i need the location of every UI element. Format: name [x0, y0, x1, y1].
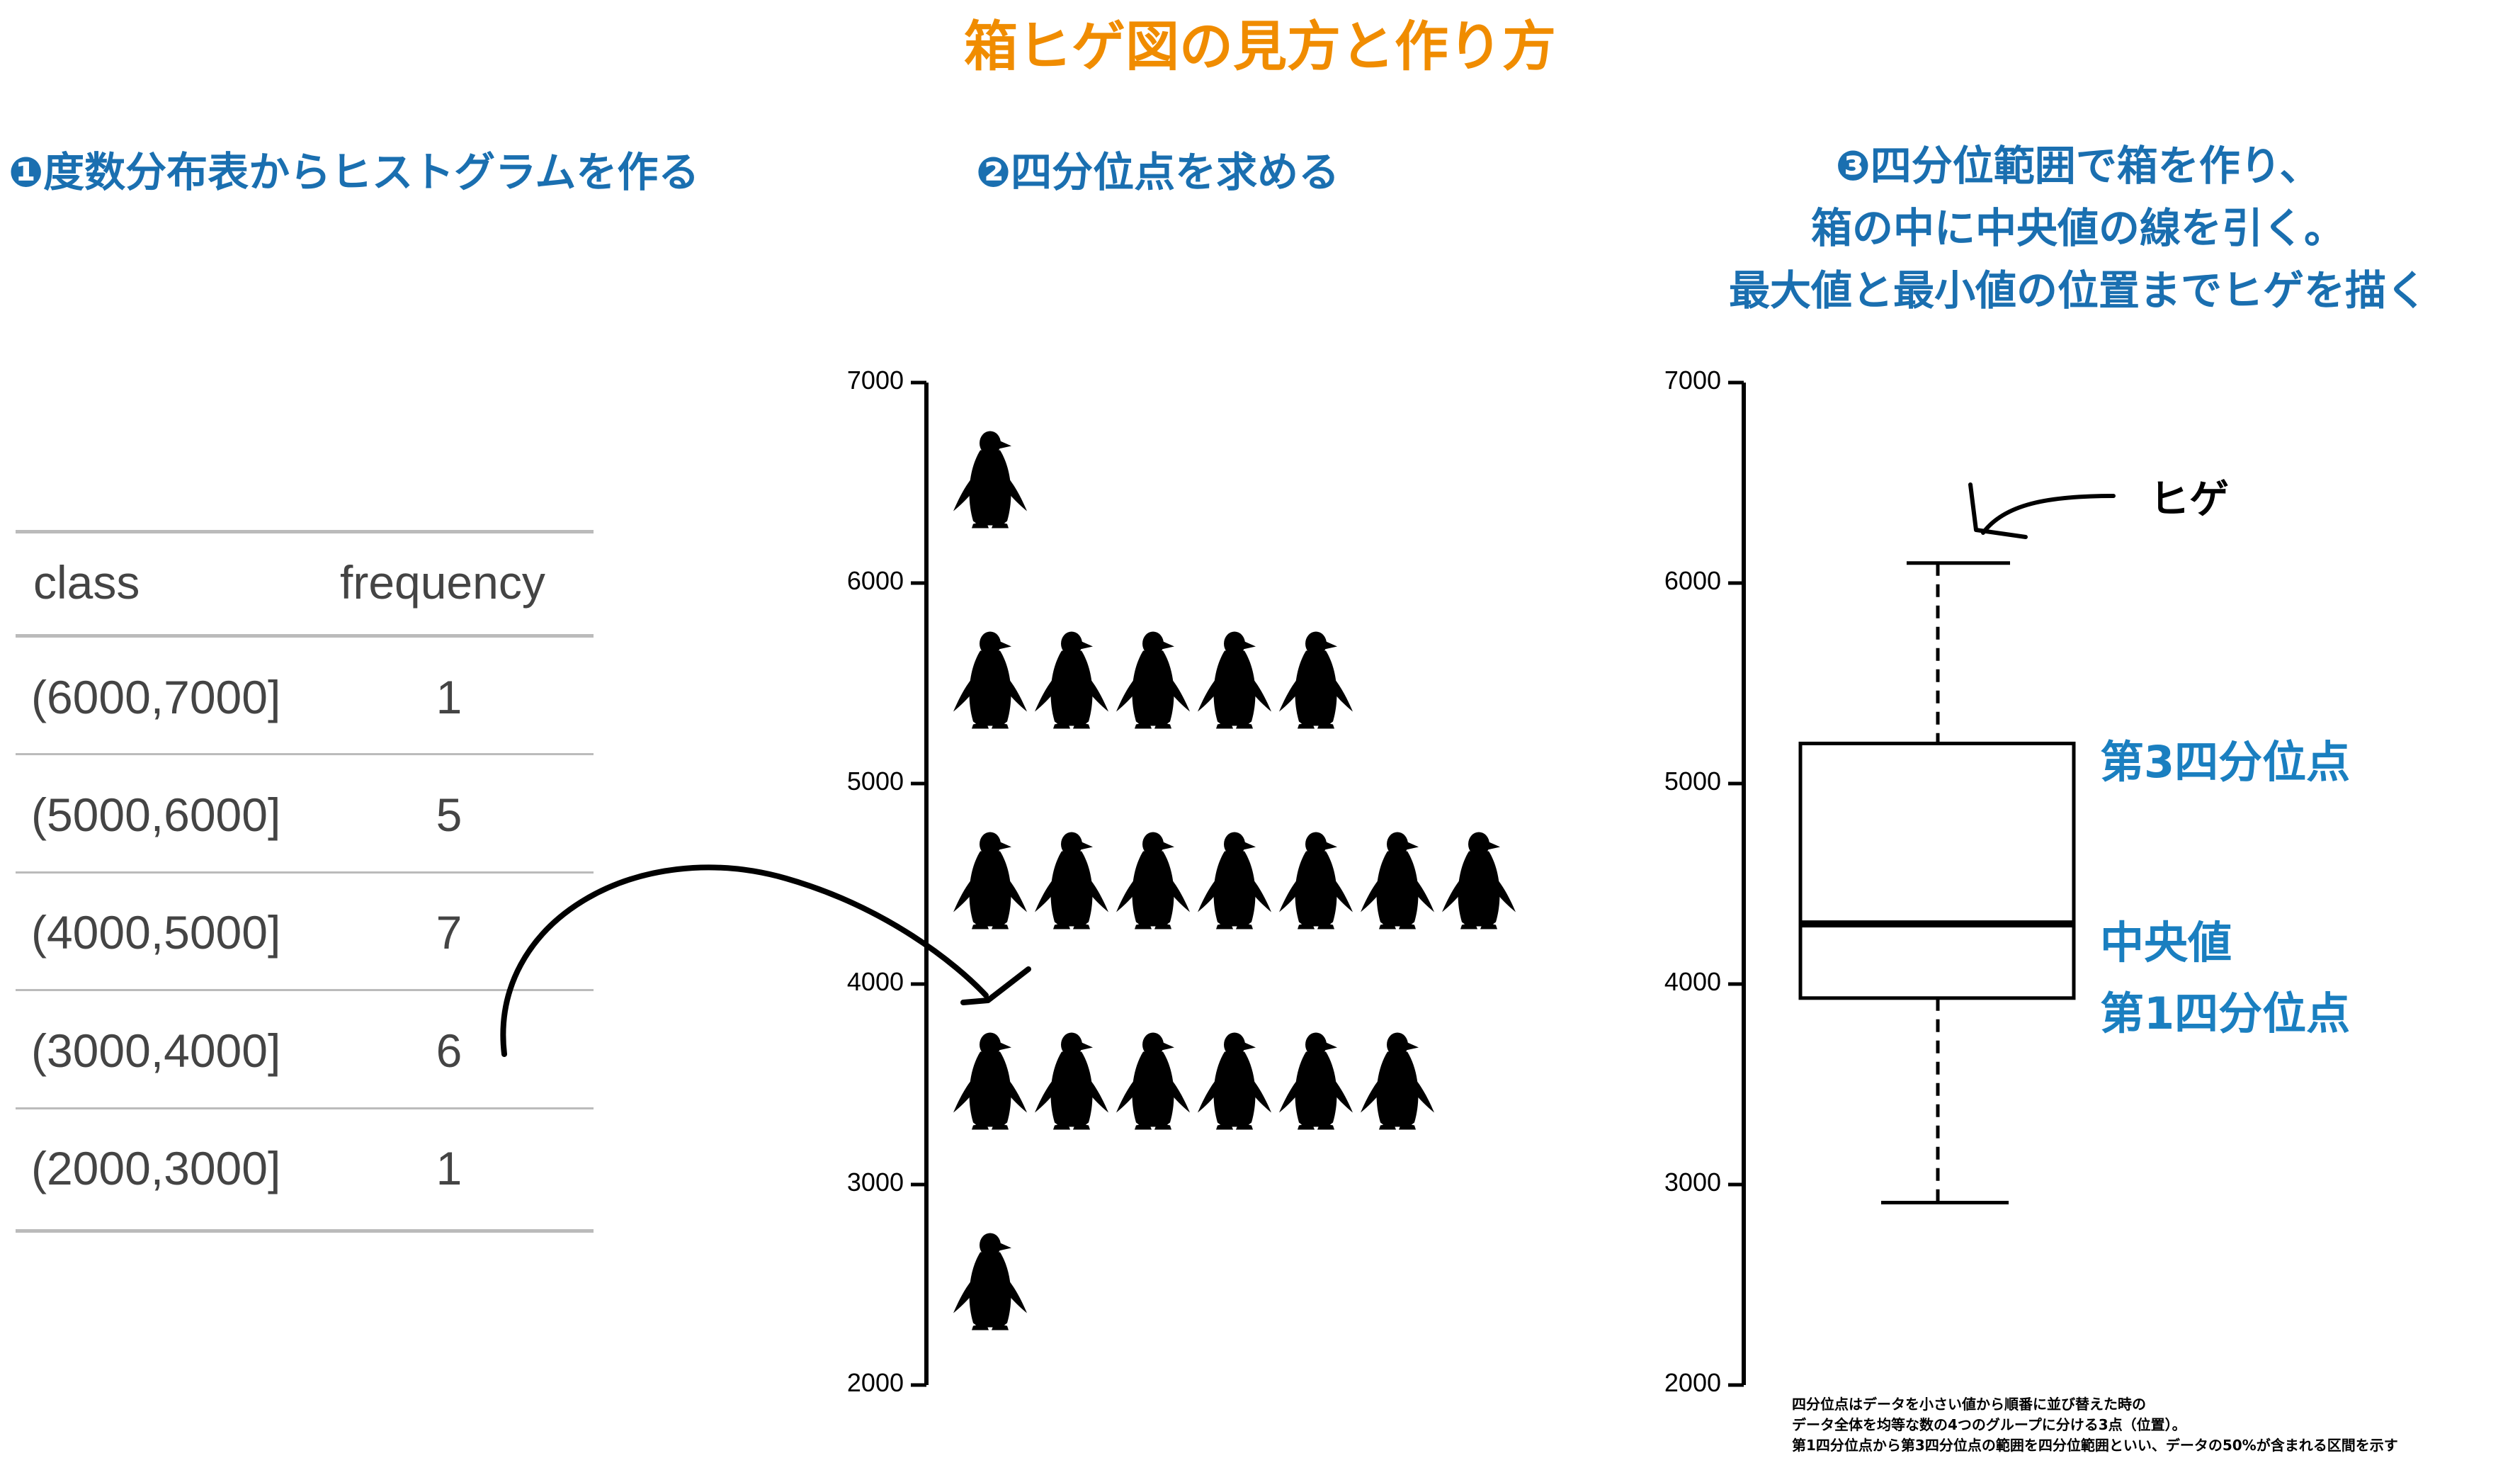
curved-arrow	[500, 864, 1031, 1057]
penguin-icon	[1279, 631, 1353, 729]
penguin-icon	[1361, 832, 1434, 929]
penguin-icon	[1442, 832, 1516, 929]
penguin-icon	[1035, 631, 1108, 729]
penguin-pictograph	[953, 431, 1516, 1330]
whisker-label: ヒゲ	[2150, 477, 2229, 523]
penguin-icon	[1116, 1032, 1190, 1130]
footnote-line: 四分位点はデータを小さい値から順番に並び替えた時の	[1792, 1396, 2146, 1413]
iqr-box	[1798, 741, 2076, 1000]
penguin-icon	[953, 431, 1027, 529]
penguin-icon	[1279, 1032, 1353, 1130]
q1-label: 第1四分位点	[2100, 988, 2351, 1039]
penguin-icon	[953, 1032, 1027, 1130]
whisker-pointer-arrow	[1968, 482, 2116, 539]
footnote: 四分位点はデータを小さい値から順番に並び替えた時の データ全体を均等な数の4つの…	[1792, 1394, 2398, 1456]
penguin-icon	[1198, 1032, 1271, 1130]
penguin-icon	[953, 1233, 1027, 1330]
pictograph-axis	[911, 380, 929, 1387]
penguin-icon	[1116, 631, 1190, 729]
boxplot-axis	[1728, 380, 1746, 1387]
penguin-icon	[1279, 832, 1353, 929]
boxplot	[1798, 561, 2076, 1204]
penguin-icon	[953, 631, 1027, 729]
footnote-line: データ全体を均等な数の4つのグループに分ける3点（位置）。	[1792, 1416, 2186, 1433]
penguin-icon	[1116, 832, 1190, 929]
median-label: 中央値	[2100, 917, 2232, 968]
penguin-icon	[1198, 832, 1271, 929]
penguin-icon	[1198, 631, 1271, 729]
penguin-icon	[953, 832, 1027, 929]
penguin-icon	[1035, 832, 1108, 929]
penguin-icon	[1035, 1032, 1108, 1130]
q3-label: 第3四分位点	[2100, 736, 2351, 788]
penguin-icon	[1361, 1032, 1434, 1130]
footnote-line: 第1四分位点から第3四分位点の範囲を四分位範囲といい、データの50%が含まれる区…	[1792, 1437, 2398, 1454]
